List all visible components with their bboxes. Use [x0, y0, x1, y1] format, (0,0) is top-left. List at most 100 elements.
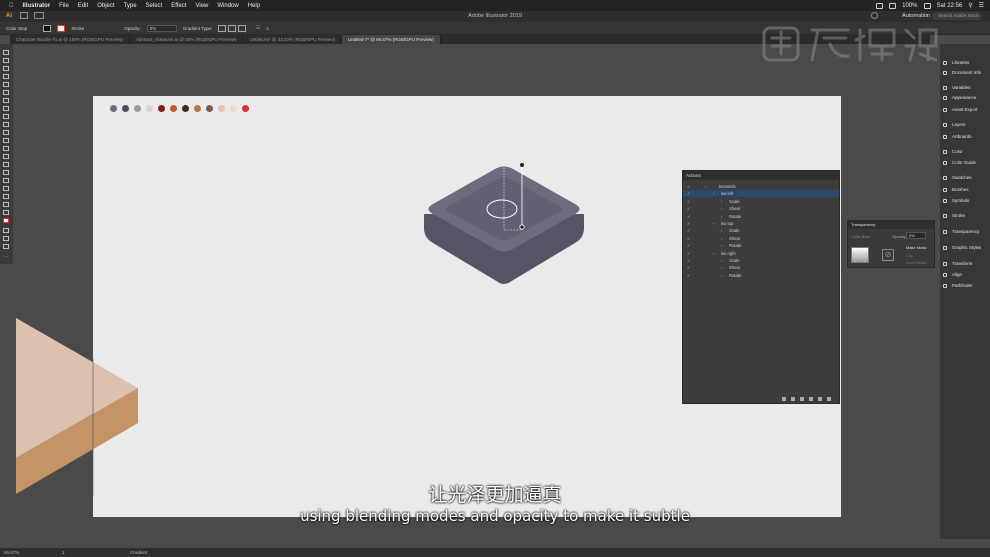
opacity-label[interactable]: Opacity: [124, 26, 141, 31]
tab-untitled-7[interactable]: Untitled-7* @ 66.67% (RGB/GPU Preview) [342, 35, 441, 44]
expand-arrow-icon[interactable]: › [713, 220, 714, 227]
width-tool-icon[interactable] [3, 130, 9, 135]
stop-icon[interactable] [782, 397, 786, 401]
dock-item-pathfinder[interactable]: Pathfinder [943, 283, 973, 288]
expand-arrow-icon[interactable]: › [705, 183, 706, 190]
menu-effect[interactable]: Effect [171, 3, 186, 9]
action-row[interactable]: ✓ › Scale [683, 257, 839, 264]
dock-item-stroke[interactable]: Stroke [943, 213, 965, 218]
expand-arrow-icon[interactable]: › [721, 272, 722, 279]
toggle-check-icon[interactable]: ✓ [687, 213, 691, 220]
dock-item-color[interactable]: Color [943, 149, 963, 154]
menu-file[interactable]: File [59, 3, 69, 9]
record-icon[interactable] [791, 397, 795, 401]
action-row[interactable]: ✓ › Shear [683, 264, 839, 271]
stock-search-input[interactable]: Search Adobe Stock [932, 12, 982, 20]
curvature-tool-icon[interactable] [3, 74, 9, 79]
new-action-icon[interactable] [818, 397, 822, 401]
toggle-check-icon[interactable]: ✓ [687, 220, 691, 227]
tab-untitled-6[interactable]: Untitled-6* @ 33.33% (RGB/GPU Preview) [243, 35, 343, 44]
toggle-check-icon[interactable]: ✓ [687, 198, 691, 205]
toggle-check-icon[interactable]: ✓ [687, 183, 691, 190]
action-row[interactable]: ✓ › iso right [683, 250, 839, 257]
opacity-input[interactable]: 0% [906, 232, 926, 239]
opacity-field[interactable]: 0% [146, 24, 177, 32]
menu-view[interactable]: View [195, 3, 208, 9]
battery-icon[interactable] [923, 2, 931, 9]
stroke-swatch[interactable] [57, 24, 66, 32]
color-mode-icon[interactable] [3, 228, 9, 233]
menu-object[interactable]: Object [97, 3, 114, 9]
tab-character-bundle[interactable]: Character Bundle #1.ai @ 150% (RGB/GPU P… [10, 35, 130, 44]
share-icon[interactable] [871, 12, 878, 19]
fill-swatch[interactable] [43, 24, 52, 32]
menu-select[interactable]: Select [146, 3, 163, 9]
dock-item-layers[interactable]: Layers [943, 122, 966, 127]
symbol-sprayer-tool-icon[interactable] [3, 186, 9, 191]
thumbnail-preview[interactable] [851, 247, 869, 263]
toggle-check-icon[interactable]: ✓ [687, 227, 691, 234]
menu-app-name[interactable]: Illustrator [23, 3, 51, 9]
hand-tool-icon[interactable] [3, 210, 9, 215]
expand-arrow-icon[interactable]: › [713, 190, 714, 197]
invert-mask-checkbox[interactable]: Invert Mask [906, 260, 927, 265]
apple-icon[interactable]:  [9, 3, 14, 9]
gradient-start-stop[interactable] [519, 224, 525, 230]
action-row[interactable]: ✓ › Rotate [683, 213, 839, 220]
artboard-tool-icon[interactable] [3, 202, 9, 207]
dock-item-transparency[interactable]: Transparency [943, 229, 979, 234]
gradient-tool-icon[interactable] [3, 162, 9, 167]
action-row[interactable]: ✓ › Isometric [683, 183, 839, 190]
paintbrush-tool-icon[interactable] [3, 90, 9, 95]
peach-triangle-artwork[interactable] [16, 318, 140, 496]
action-row[interactable]: ✓ › Shear [683, 205, 839, 212]
fill-stroke-icon[interactable] [3, 218, 9, 223]
menu-edit[interactable]: Edit [78, 3, 88, 9]
dock-item-color-guide[interactable]: Color Guide [943, 160, 976, 165]
blend-tool-icon[interactable] [3, 178, 9, 183]
mesh-tool-icon[interactable] [3, 154, 9, 159]
workspace-switcher[interactable]: Automation [902, 13, 930, 19]
new-set-icon[interactable] [809, 397, 813, 401]
delete-icon[interactable] [827, 397, 831, 401]
menu-type[interactable]: Type [124, 3, 137, 9]
expand-arrow-icon[interactable]: › [721, 213, 722, 220]
dock-item-symbols[interactable]: Symbols [943, 198, 969, 203]
action-row[interactable]: ✓ › iso top [683, 220, 839, 227]
artboard-number[interactable]: 1 [62, 550, 65, 555]
action-row[interactable]: ✓ › Scale [683, 227, 839, 234]
dock-item-document-info[interactable]: Document Info [943, 70, 981, 75]
toggle-check-icon[interactable]: ✓ [687, 235, 691, 242]
menu-window[interactable]: Window [217, 3, 238, 9]
eyedropper-tool-icon[interactable] [3, 170, 9, 175]
action-row[interactable]: ✓ › Shear [683, 235, 839, 242]
gradient-radial-icon[interactable] [228, 24, 237, 32]
make-mask-button[interactable]: Make Mask [906, 245, 926, 250]
rectangle-tool-icon[interactable] [3, 82, 9, 87]
expand-arrow-icon[interactable]: › [721, 242, 722, 249]
cc-icon[interactable] [876, 2, 884, 9]
shape-builder-tool-icon[interactable] [3, 146, 9, 151]
expand-arrow-icon[interactable]: › [721, 198, 722, 205]
expand-arrow-icon[interactable]: › [721, 235, 722, 242]
toggle-check-icon[interactable]: ✓ [687, 250, 691, 257]
dock-item-libraries[interactable]: Libraries [943, 60, 969, 65]
blend-mode-select[interactable]: Color Burn [851, 234, 870, 239]
toggle-check-icon[interactable]: ✓ [687, 272, 691, 279]
toggle-check-icon[interactable]: ✓ [687, 190, 691, 197]
zoom-level[interactable]: 66.67% [4, 550, 19, 555]
gradient-linear-icon[interactable] [218, 24, 227, 32]
dock-item-brushes[interactable]: Brushes [943, 187, 969, 192]
action-row[interactable]: ✓ › Rotate [683, 272, 839, 279]
wifi-icon[interactable] [889, 2, 897, 9]
gradient-end-stop[interactable] [520, 163, 524, 167]
dock-item-artboards[interactable]: Artboards [943, 134, 972, 139]
selection-tool-icon[interactable] [3, 50, 9, 55]
expand-arrow-icon[interactable]: › [721, 264, 722, 271]
notification-icon[interactable]: ☰ [979, 2, 984, 9]
action-row[interactable]: ✓ › iso left [683, 190, 839, 198]
screen-mode-icon[interactable] [3, 244, 9, 249]
line-tool-icon[interactable] [3, 106, 9, 111]
toggle-check-icon[interactable]: ✓ [687, 257, 691, 264]
more-options-icon[interactable]: ≡ [266, 26, 269, 31]
